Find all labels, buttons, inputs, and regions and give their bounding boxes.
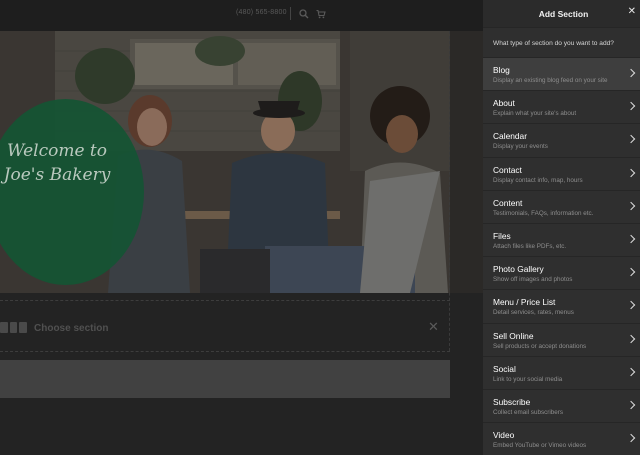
chevron-right-icon <box>626 101 636 111</box>
site-preview: (480) 565-8800 Welcome to Joe's Bakery C… <box>0 0 483 455</box>
section-item-name: Blog <box>493 65 510 75</box>
content-band <box>0 360 450 398</box>
chevron-right-icon <box>626 68 636 78</box>
welcome-heading: Welcome to Joe's Bakery <box>3 141 111 185</box>
panel-title: Add Section <box>538 9 589 19</box>
section-item-name: Calendar <box>493 131 527 142</box>
chevron-right-icon <box>626 168 636 177</box>
section-item-name: Sell Online <box>493 330 534 341</box>
panel-prompt: What type of section do you want to add? <box>493 40 614 47</box>
section-item-desc: Sell products or accept donations <box>493 342 587 350</box>
search-icon[interactable] <box>299 9 309 19</box>
section-item-desc: Display contact info, map, hours <box>493 176 583 184</box>
section-item[interactable]: Files Attach files like PDFs, etc. <box>483 222 640 256</box>
section-item-desc: Link to your social media <box>493 375 563 383</box>
section-item-desc: Detail services, rates, menus <box>493 309 574 317</box>
hero-side <box>450 31 483 293</box>
section-item[interactable]: Subscribe Collect email subscribers <box>483 388 640 422</box>
chevron-right-icon <box>626 267 636 277</box>
close-icon[interactable]: ✕ <box>428 319 439 335</box>
header-divider <box>290 7 291 20</box>
chevron-right-icon <box>626 201 636 210</box>
section-item-desc: Testimonials, FAQs, information etc. <box>493 209 594 217</box>
section-item-name: Content <box>493 197 523 208</box>
section-item-name: Contact <box>493 164 522 175</box>
section-type-list: Blog Display an existing blog feed on you… <box>483 57 640 455</box>
add-section-panel: Add Section ✕ What type of section do yo… <box>483 0 640 455</box>
section-item[interactable]: About Explain what your site's about <box>483 90 640 123</box>
section-item[interactable]: Sell Online Sell products or accept donat… <box>483 322 640 356</box>
grid-icon <box>0 322 28 333</box>
site-header: (480) 565-8800 <box>0 0 483 31</box>
section-item[interactable]: Photo Gallery Show off images and photos <box>483 256 640 289</box>
section-item-desc: Explain what your site's about <box>493 110 577 118</box>
section-item-name: Files <box>493 230 511 241</box>
section-item-name: Subscribe <box>493 396 531 407</box>
section-item-desc: Display an existing blog feed on your si… <box>493 77 608 84</box>
section-item-name: Social <box>493 363 516 374</box>
chevron-right-icon <box>626 234 636 244</box>
close-icon[interactable]: ✕ <box>628 7 636 17</box>
section-item[interactable]: Menu / Price List Detail services, rates,… <box>483 289 640 322</box>
section-item-desc: Embed YouTube or Vimeo videos <box>493 442 587 450</box>
chevron-right-icon <box>626 433 636 443</box>
choose-section-label: Choose section <box>34 323 109 334</box>
section-item-desc: Collect email subscribers <box>493 408 563 416</box>
cart-icon[interactable] <box>316 9 326 19</box>
section-item[interactable]: Calendar Display your events <box>483 123 640 156</box>
section-item[interactable]: Social Link to your social media <box>483 355 640 389</box>
section-item-desc: Attach files like PDFs, etc. <box>493 242 567 250</box>
chevron-right-icon <box>626 334 636 343</box>
chevron-right-icon <box>626 301 636 310</box>
chevron-right-icon <box>626 135 636 144</box>
chevron-right-icon <box>626 400 636 410</box>
section-item[interactable]: Video Embed YouTube or Vimeo videos <box>483 422 640 455</box>
chevron-right-icon <box>626 367 636 376</box>
section-item[interactable]: Content Testimonials, FAQs, information e… <box>483 189 640 223</box>
section-item[interactable]: Blog Display an existing blog feed on you… <box>483 57 640 91</box>
phone-number[interactable]: (480) 565-8800 <box>236 9 287 16</box>
section-item-name: Menu / Price List <box>493 297 556 308</box>
choose-section-placeholder[interactable]: Choose section ✕ <box>0 300 450 352</box>
section-item-name: Video <box>493 430 515 441</box>
section-item[interactable]: Contact Display contact info, map, hours <box>483 156 640 190</box>
section-item-desc: Show off images and photos <box>493 276 573 284</box>
section-item-desc: Display your events <box>493 143 548 151</box>
section-item-name: About <box>493 98 515 109</box>
section-item-name: Photo Gallery <box>493 264 544 275</box>
panel-header: Add Section ✕ <box>483 0 640 28</box>
